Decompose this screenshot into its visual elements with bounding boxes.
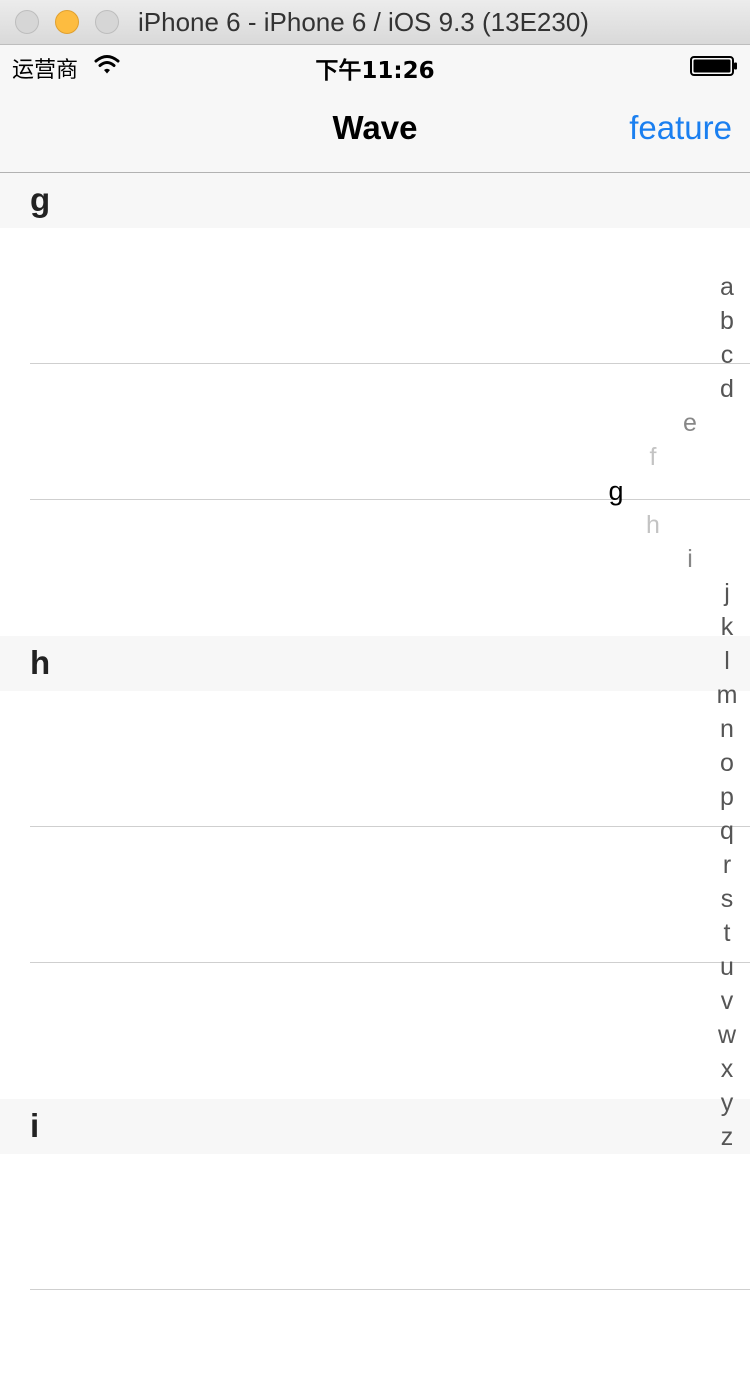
table-cell[interactable] — [0, 364, 750, 500]
battery-icon — [690, 56, 737, 76]
index-letter-k[interactable]: k — [707, 610, 747, 644]
index-letter-h[interactable]: h — [633, 508, 673, 542]
status-time: 下午11:26 — [315, 58, 435, 84]
index-letter-o[interactable]: o — [707, 746, 747, 780]
index-letter-e[interactable]: e — [670, 406, 710, 440]
window-close-button[interactable] — [15, 10, 39, 34]
section-header: h — [0, 636, 750, 691]
window-minimize-button[interactable] — [55, 10, 79, 34]
index-letter-t[interactable]: t — [707, 916, 747, 950]
index-letter-v[interactable]: v — [707, 984, 747, 1018]
index-letter-g[interactable]: g — [596, 474, 636, 508]
table-cell[interactable] — [0, 1290, 750, 1378]
index-letter-f[interactable]: f — [633, 440, 673, 474]
section-header-title: h — [30, 644, 51, 681]
index-letter-i[interactable]: i — [670, 542, 710, 576]
index-letter-w[interactable]: w — [707, 1018, 747, 1052]
index-letter-z[interactable]: z — [707, 1120, 747, 1154]
section-header: g — [0, 173, 750, 228]
index-letter-d[interactable]: d — [707, 372, 747, 406]
window-title: iPhone 6 - iPhone 6 / iOS 9.3 (13E230) — [138, 7, 589, 37]
index-letter-s[interactable]: s — [707, 882, 747, 916]
window-zoom-button[interactable] — [95, 10, 119, 34]
feature-button[interactable]: feature — [629, 109, 732, 147]
table-cell[interactable] — [0, 228, 750, 364]
table-cell[interactable] — [0, 1154, 750, 1290]
index-letter-a[interactable]: a — [707, 270, 747, 304]
table-view[interactable]: ghi — [0, 173, 750, 1378]
section-header-title: g — [30, 181, 51, 218]
section-header: i — [0, 1099, 750, 1154]
index-letter-j[interactable]: j — [707, 576, 747, 610]
index-letter-y[interactable]: y — [707, 1086, 747, 1120]
index-letter-m[interactable]: m — [707, 678, 747, 712]
index-letter-r[interactable]: r — [707, 848, 747, 882]
table-cell[interactable] — [0, 963, 750, 1099]
section-header-title: i — [30, 1107, 40, 1144]
table-cell[interactable] — [0, 691, 750, 827]
index-letter-x[interactable]: x — [707, 1052, 747, 1086]
index-letter-u[interactable]: u — [707, 950, 747, 984]
index-letter-l[interactable]: l — [707, 644, 747, 678]
simulator-title-bar: iPhone 6 - iPhone 6 / iOS 9.3 (13E230) — [0, 0, 750, 45]
index-letter-c[interactable]: c — [707, 338, 747, 372]
table-cell[interactable] — [0, 827, 750, 963]
simulator-window: iPhone 6 - iPhone 6 / iOS 9.3 (13E230) 运… — [0, 0, 750, 1378]
index-letter-b[interactable]: b — [707, 304, 747, 338]
index-letter-q[interactable]: q — [707, 814, 747, 848]
index-letter-n[interactable]: n — [707, 712, 747, 746]
status-bar: 运营商 下午11:26 — [0, 45, 750, 85]
index-letter-p[interactable]: p — [707, 780, 747, 814]
navigation-bar: Wave feature — [0, 85, 750, 173]
